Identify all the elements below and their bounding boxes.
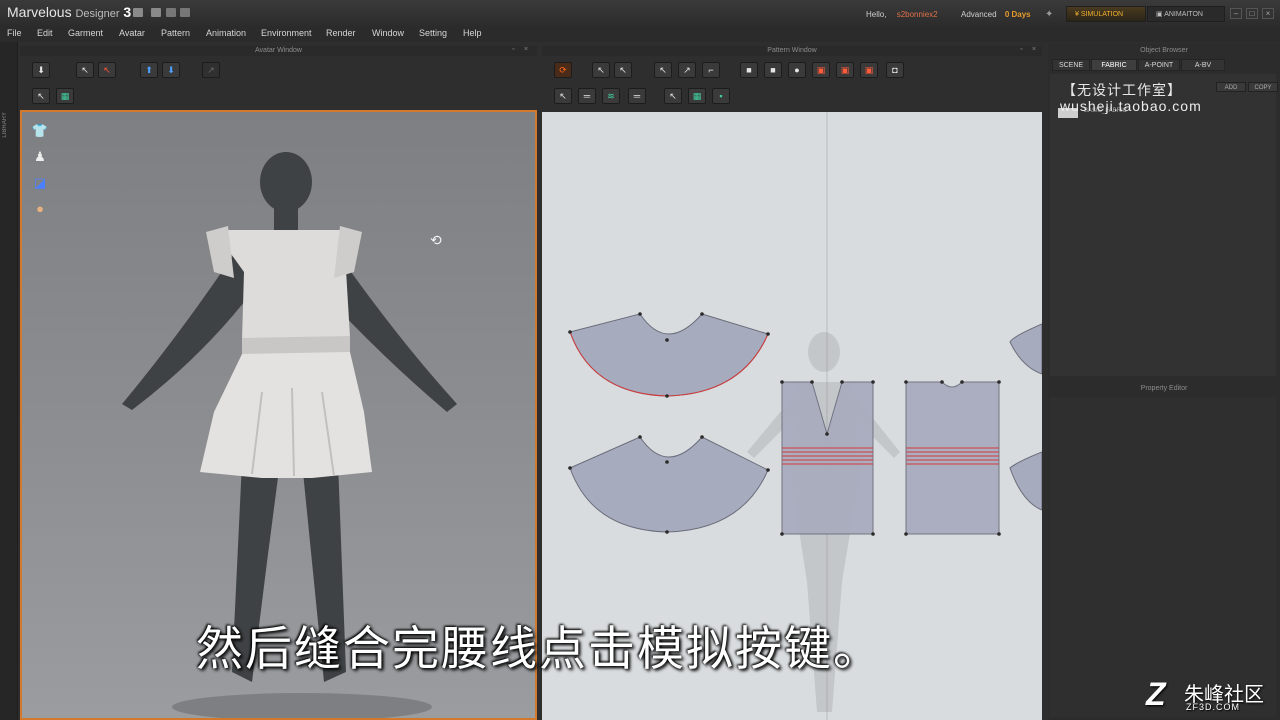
settings-icon[interactable]: ✦ xyxy=(1045,9,1053,20)
polygon-icon[interactable]: ■ xyxy=(740,62,758,78)
tab-fabric[interactable]: FABRIC xyxy=(1091,59,1137,71)
license-label: Advanced xyxy=(961,10,997,19)
menu-help[interactable]: Help xyxy=(463,28,482,38)
grain-icon[interactable]: ▪ xyxy=(712,88,730,104)
copy-fabric-button[interactable]: COPY xyxy=(1248,82,1278,92)
avatar-arrange-icon[interactable]: ⬆ xyxy=(140,62,158,78)
select-move-icon[interactable]: ↖ xyxy=(76,62,94,78)
menu-pattern[interactable]: Pattern xyxy=(161,28,190,38)
object-browser-header: Object Browser xyxy=(1140,47,1188,54)
watermark-title: 【无设计工作室】 xyxy=(1062,82,1182,98)
animation-label: ANIMAITON xyxy=(1164,11,1203,18)
simulation-mode-button[interactable]: ¥ SIMULATION xyxy=(1066,6,1146,22)
internal-polygon-icon[interactable]: ▣ xyxy=(812,62,830,78)
skirt-panel-top xyxy=(569,313,769,397)
avatar-window-header: Avatar Window xyxy=(20,46,537,56)
video-subtitle: 然后缝合完腰线点击模拟按键。 xyxy=(196,622,882,677)
menu-file[interactable]: File xyxy=(7,28,22,38)
avatar-face-icon[interactable]: ● xyxy=(31,200,49,218)
pattern-window-header: Pattern Window xyxy=(542,46,1042,56)
menu-garment[interactable]: Garment xyxy=(68,28,103,38)
site-logo-url: ZF3D.COM xyxy=(1186,702,1240,712)
watermark-url: wusheji.taobao.com xyxy=(1060,98,1202,114)
sync-icon[interactable]: ⟳ xyxy=(554,62,572,78)
skirt-panel-bottom xyxy=(569,436,769,533)
days-left: 0 Days xyxy=(1004,10,1031,19)
show-arrangement-icon[interactable]: ▦ xyxy=(56,88,74,104)
avatar-window-float-icon[interactable]: ▫ xyxy=(512,46,514,53)
hello-label: Hello, xyxy=(866,10,887,19)
site-logo-mark: Z xyxy=(1146,676,1166,712)
library-strip[interactable]: LIBRARY xyxy=(0,42,18,720)
add-point-icon[interactable]: ↗ xyxy=(678,62,696,78)
avatar-window-close-icon[interactable]: × xyxy=(524,46,528,53)
edit-texture-icon[interactable]: ↖ xyxy=(664,88,682,104)
tab-a-bv[interactable]: A-BV xyxy=(1181,59,1225,71)
username[interactable]: s2bonniex2 xyxy=(897,10,938,19)
redo-icon[interactable] xyxy=(180,8,190,17)
license-status: Advanced 0 Days xyxy=(961,10,1031,19)
undo-icon[interactable] xyxy=(166,8,176,17)
library-label: LIBRARY xyxy=(2,112,8,138)
rectangle-icon[interactable]: ■ xyxy=(764,62,782,78)
app-window: Marvelous Designer 3 Hello, s2bonniex2 A… xyxy=(0,0,1280,720)
arrangement-select-icon[interactable]: ↖ xyxy=(32,88,50,104)
edit-curve-icon[interactable]: ↖ xyxy=(654,62,672,78)
menu-avatar[interactable]: Avatar xyxy=(119,28,145,38)
property-editor-header: Property Editor xyxy=(1140,385,1188,392)
object-browser-panel: Object Browser SCENE FABRIC A-POINT A-BV… xyxy=(1048,44,1280,720)
fabric-list[interactable] xyxy=(1050,74,1276,376)
menu-window[interactable]: Window xyxy=(372,28,404,38)
dart-icon[interactable]: ◘ xyxy=(886,62,904,78)
show-garment-icon[interactable]: 👕 xyxy=(31,122,49,140)
texture-icon[interactable]: ▦ xyxy=(688,88,706,104)
show-arrangement-points-icon[interactable]: ◪ xyxy=(31,174,49,192)
curve-point-icon[interactable]: ⌐ xyxy=(702,62,720,78)
menu-bar: File Edit Garment Avatar Pattern Animati… xyxy=(0,26,1280,42)
internal-circle-icon[interactable]: ▣ xyxy=(860,62,878,78)
circle-icon[interactable]: ● xyxy=(788,62,806,78)
pin-icon[interactable]: ↗ xyxy=(202,62,220,78)
account-greeting: Hello, s2bonniex2 xyxy=(866,10,938,19)
edit-pattern-icon[interactable]: ↖ xyxy=(614,62,632,78)
menu-animation[interactable]: Animation xyxy=(206,28,246,38)
avatar-import-icon[interactable]: ⬇ xyxy=(32,62,50,78)
add-fabric-button[interactable]: ADD xyxy=(1216,82,1246,92)
bodice-back-panel xyxy=(905,381,1000,535)
avatar-clothing-icon[interactable]: ⬇ xyxy=(162,62,180,78)
app-name-sub: Designer xyxy=(75,8,120,20)
internal-rectangle-icon[interactable]: ▣ xyxy=(836,62,854,78)
pattern-window-float-icon[interactable]: ▫ xyxy=(1020,46,1022,53)
menu-environment[interactable]: Environment xyxy=(261,28,312,38)
minimize-button[interactable]: – xyxy=(1230,8,1242,19)
menu-setting[interactable]: Setting xyxy=(419,28,447,38)
animation-icon: ▣ xyxy=(1156,11,1165,18)
tab-a-point[interactable]: A-POINT xyxy=(1138,59,1180,71)
tab-scene[interactable]: SCENE xyxy=(1052,59,1090,71)
rotate-cursor-icon: ⟲ xyxy=(430,232,442,248)
check-sewing-icon[interactable]: ═ xyxy=(628,88,646,104)
title-bar: Marvelous Designer 3 Hello, s2bonniex2 A… xyxy=(0,0,1280,26)
simulation-label: SIMULATION xyxy=(1080,11,1124,18)
segment-sewing-icon[interactable]: ↖ xyxy=(554,88,572,104)
app-name-main: Marvelous xyxy=(7,4,72,20)
save-icon[interactable] xyxy=(133,8,143,17)
animation-mode-button[interactable]: ▣ ANIMAITON xyxy=(1147,6,1225,22)
app-version: 3 xyxy=(123,4,132,20)
app-logo: Marvelous Designer 3 xyxy=(7,4,131,20)
menu-render[interactable]: Render xyxy=(326,28,356,38)
free-sewing-icon[interactable]: ═ xyxy=(578,88,596,104)
pattern-window-close-icon[interactable]: × xyxy=(1032,46,1036,53)
multi-sewing-icon[interactable]: ≋ xyxy=(602,88,620,104)
show-avatar-icon[interactable]: ♟ xyxy=(31,148,49,166)
close-button[interactable]: × xyxy=(1262,8,1274,19)
transform-pattern-icon[interactable]: ↖ xyxy=(592,62,610,78)
property-editor-body xyxy=(1050,397,1276,717)
site-logo: Z 朱峰社区 ZF3D.COM xyxy=(1146,674,1276,714)
select-mesh-icon[interactable]: ↖ xyxy=(98,62,116,78)
menu-edit[interactable]: Edit xyxy=(37,28,53,38)
maximize-button[interactable]: □ xyxy=(1246,8,1258,19)
open-icon[interactable] xyxy=(151,8,161,17)
